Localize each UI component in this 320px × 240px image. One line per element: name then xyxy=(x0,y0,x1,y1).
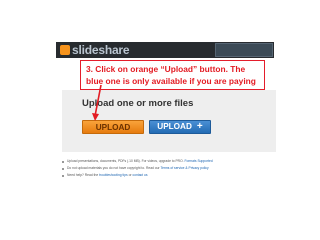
bullet-icon xyxy=(62,174,64,177)
info-or-text: or xyxy=(128,173,132,177)
info-copyright-text: Do not upload materials you do not have … xyxy=(67,166,160,170)
info-item-help: Need help? Read the troubleshooting tips… xyxy=(62,172,276,179)
slideshare-logo-icon xyxy=(60,45,70,55)
bullet-icon xyxy=(62,160,64,163)
instruction-callout: 3. Click on orange “Upload” button. The … xyxy=(80,60,265,90)
header-badge xyxy=(215,43,273,57)
slideshare-header: slideshare xyxy=(56,42,274,58)
info-item-formats: Upload presentations, documents, PDFs (.… xyxy=(62,158,276,165)
info-help-text: Need help? Read the xyxy=(67,173,99,177)
slideshare-logo-text: slideshare xyxy=(72,43,130,57)
formats-supported-link[interactable]: Formats Supported xyxy=(184,158,212,165)
callout-line-2: blue one is only available if you are pa… xyxy=(86,76,256,86)
callout-line-1: 3. Click on orange “Upload” button. The xyxy=(86,64,246,74)
upload-plus-button-blue[interactable]: UPLOAD + xyxy=(149,120,211,134)
info-formats-text: Upload presentations, documents, PDFs (.… xyxy=(67,159,184,163)
slideshare-logo[interactable]: slideshare xyxy=(60,43,130,57)
info-item-copyright: Do not upload materials you do not have … xyxy=(62,165,276,172)
bullet-icon xyxy=(62,167,64,170)
troubleshooting-link[interactable]: troubleshooting tips xyxy=(99,172,128,179)
upload-panel: Upload one or more files UPLOAD UPLOAD + xyxy=(62,90,276,152)
upload-panel-title: Upload one or more files xyxy=(82,98,194,109)
upload-button-orange[interactable]: UPLOAD xyxy=(82,120,144,134)
plus-icon: + xyxy=(196,121,203,132)
upload-plus-label: UPLOAD xyxy=(157,122,192,131)
terms-link[interactable]: Terms of service & Privacy policy xyxy=(160,165,208,172)
contact-us-link[interactable]: contact us xyxy=(132,172,147,179)
upload-info: Upload presentations, documents, PDFs (.… xyxy=(62,158,276,179)
